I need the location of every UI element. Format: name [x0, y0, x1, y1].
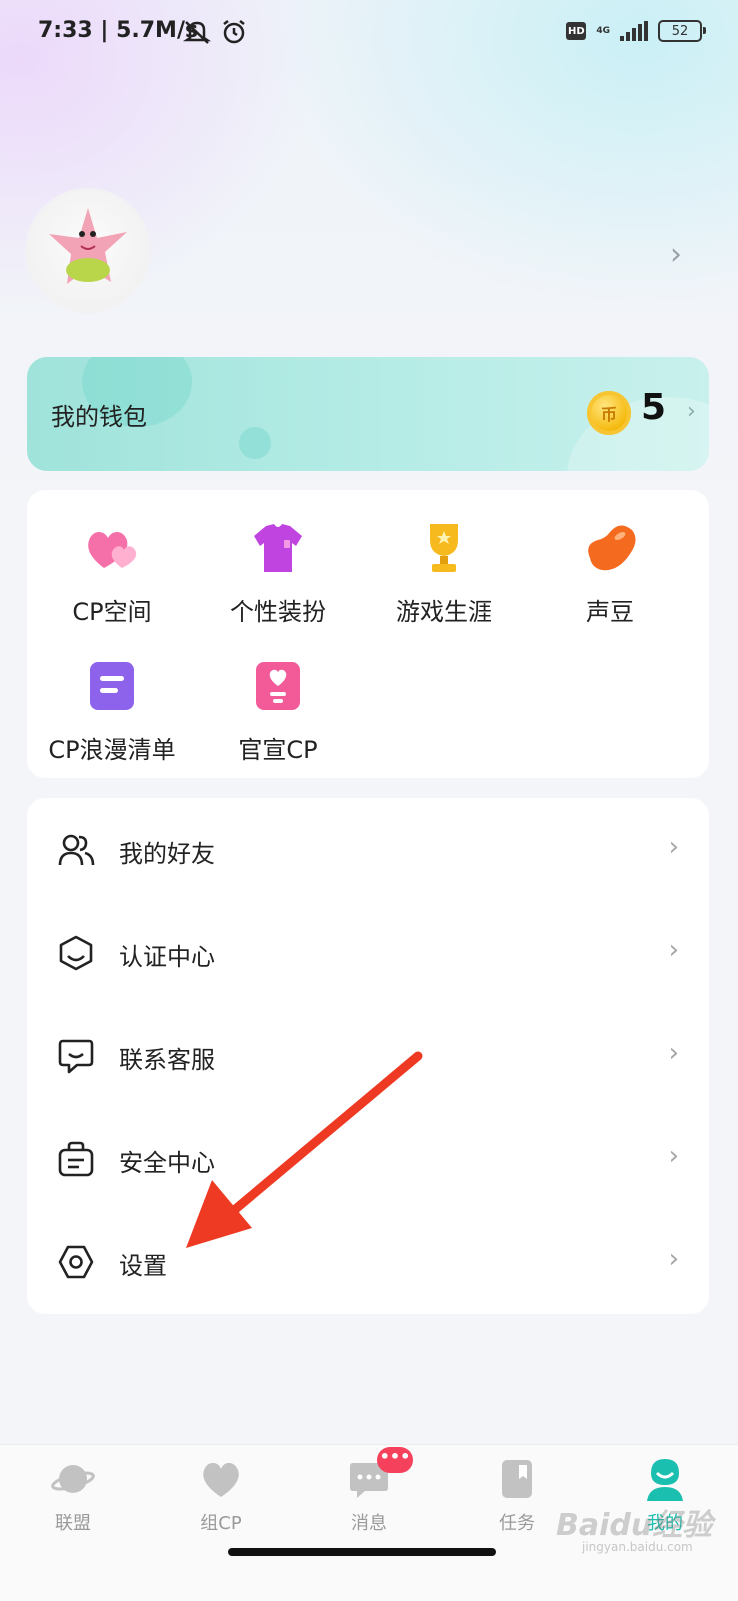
feature-announce-cp[interactable]: 官宣CP: [193, 656, 363, 765]
feature-cp-space[interactable]: CP空间: [27, 518, 197, 627]
signal-icon: [620, 21, 648, 41]
menu-label: 安全中心: [119, 1149, 215, 1177]
tshirt-icon: [248, 518, 308, 578]
nav-label: 组CP: [200, 1513, 242, 1534]
unread-badge: •••: [377, 1447, 413, 1473]
menu-card: 我的好友 › 认证中心 › 联系客服 › 安全中心 › 设置 ›: [27, 798, 709, 1314]
home-indicator[interactable]: [228, 1548, 496, 1556]
menu-label: 认证中心: [119, 943, 215, 971]
alarm-icon: [220, 18, 248, 50]
friends-icon: [57, 831, 95, 869]
feature-label: CP浪漫清单: [48, 736, 176, 764]
network-type: 4G: [596, 26, 610, 36]
status-time-speed: 7:33 | 5.7M/s: [38, 18, 199, 43]
feature-sound-bean[interactable]: 声豆: [525, 518, 695, 627]
trophy-icon: [414, 518, 474, 578]
feature-label: 个性装扮: [230, 598, 326, 626]
feature-label: 声豆: [586, 598, 634, 626]
certification-icon: [57, 934, 95, 972]
status-bar: 7:33 | 5.7M/s HD 4G 52: [0, 0, 738, 66]
watermark-url: jingyan.baidu.com: [582, 1540, 693, 1554]
heart-icon: [199, 1457, 243, 1501]
coin-icon: 币: [587, 391, 631, 435]
nav-group-cp[interactable]: 组CP: [166, 1457, 276, 1535]
menu-item-customer-service[interactable]: 联系客服 ›: [27, 1004, 709, 1107]
menu-item-friends[interactable]: 我的好友 ›: [27, 798, 709, 901]
heart-card-icon: [248, 656, 308, 716]
security-icon: [57, 1140, 95, 1178]
wallet-card[interactable]: 我的钱包 币 5 ›: [27, 357, 709, 471]
menu-label: 我的好友: [119, 840, 215, 868]
menu-label: 设置: [119, 1252, 167, 1280]
menu-item-security[interactable]: 安全中心 ›: [27, 1107, 709, 1210]
feature-label: 游戏生涯: [396, 598, 492, 626]
hearts-icon: [82, 518, 142, 578]
feature-dress-up[interactable]: 个性装扮: [193, 518, 363, 627]
status-icons: HD 4G 52: [566, 20, 706, 42]
watermark: Baidu经验: [556, 1508, 713, 1543]
hd-icon: HD: [566, 22, 587, 40]
mute-icon: [182, 18, 212, 50]
menu-label: 联系客服: [119, 1046, 215, 1074]
message-icon: •••: [347, 1447, 413, 1501]
patrick-star-avatar: [49, 208, 127, 284]
planet-icon: [51, 1457, 95, 1501]
menu-item-certification[interactable]: 认证中心 ›: [27, 901, 709, 1004]
wallet-title: 我的钱包: [51, 403, 147, 431]
nav-label: 消息: [351, 1513, 387, 1534]
wallet-amount: 5: [641, 387, 667, 428]
bean-icon: [580, 518, 640, 578]
avatar[interactable]: [27, 190, 149, 312]
features-card: CP空间 个性装扮 游戏生涯 声豆 CP浪漫清单 官宣CP: [27, 490, 709, 778]
settings-icon: [57, 1243, 95, 1281]
feature-label: 官宣CP: [238, 736, 318, 764]
chevron-right-icon: ›: [668, 1038, 679, 1068]
chevron-right-icon: ›: [668, 1244, 679, 1274]
menu-item-settings[interactable]: 设置 ›: [27, 1210, 709, 1313]
nav-label: 联盟: [55, 1513, 91, 1534]
feature-game-career[interactable]: 游戏生涯: [359, 518, 529, 627]
list-icon: [82, 656, 142, 716]
customer-service-icon: [57, 1037, 95, 1075]
wallet-chevron-icon: ›: [687, 399, 696, 424]
chevron-right-icon: ›: [668, 935, 679, 965]
profile-icon: [643, 1457, 687, 1501]
task-icon: [495, 1457, 539, 1501]
nav-alliance[interactable]: 联盟: [18, 1457, 128, 1535]
profile-chevron-icon[interactable]: ›: [670, 237, 682, 272]
nav-messages[interactable]: ••• 消息: [314, 1447, 424, 1535]
chevron-right-icon: ›: [668, 1141, 679, 1171]
feature-label: CP空间: [72, 598, 152, 626]
feature-cp-romance-list[interactable]: CP浪漫清单: [27, 656, 197, 765]
chevron-right-icon: ›: [668, 832, 679, 862]
battery-icon: 52: [658, 20, 706, 42]
